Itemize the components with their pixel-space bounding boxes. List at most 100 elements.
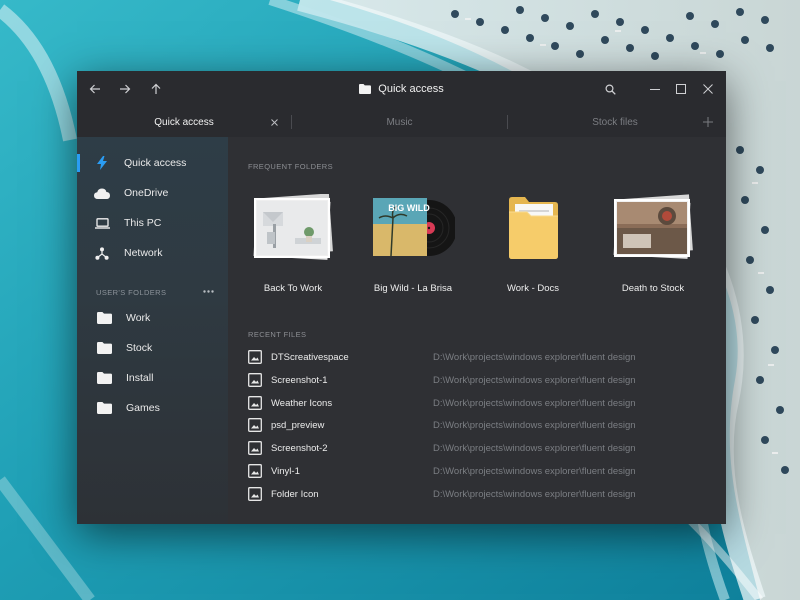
- tab-quick-access[interactable]: Quick access: [77, 107, 291, 137]
- sidebar-folder-stock[interactable]: Stock: [77, 335, 228, 361]
- recent-file-row[interactable]: Screenshot-2 D:\Work\projects\windows exp…: [248, 438, 708, 458]
- ellipsis-icon: [202, 289, 214, 293]
- laptop-icon: [94, 215, 110, 231]
- back-button[interactable]: [83, 77, 107, 101]
- tab-music[interactable]: Music: [292, 107, 507, 137]
- image-file-icon: [248, 350, 262, 364]
- recent-file-path: D:\Work\projects\windows explorer\fluent…: [433, 352, 636, 363]
- search-icon: [604, 83, 616, 95]
- sidebar-item-onedrive[interactable]: OneDrive: [77, 179, 228, 207]
- forward-arrow-icon: [120, 84, 131, 94]
- maximize-button[interactable]: [669, 77, 693, 101]
- recent-file-name: Screenshot-2: [271, 443, 328, 455]
- sidebar-folder-label: Install: [126, 372, 154, 384]
- network-icon: [94, 245, 110, 261]
- plus-icon: [703, 117, 713, 127]
- image-file-icon: [248, 486, 262, 501]
- sidebar-folder-games[interactable]: Games: [77, 395, 228, 421]
- sidebar: Quick access OneDrive This PC Network USER'S…: [77, 137, 228, 524]
- photo-stack-icon: [251, 193, 335, 262]
- image-file-icon: [248, 464, 262, 478]
- photo-stack-icon: [611, 194, 695, 262]
- up-button[interactable]: [144, 77, 168, 101]
- more-options-button[interactable]: [201, 285, 215, 297]
- window-title-text: Quick access: [378, 83, 444, 95]
- open-folder-icon: [491, 194, 575, 262]
- sidebar-folder-work[interactable]: Work: [77, 305, 228, 331]
- tab-bar: Quick access Music Stock files: [77, 107, 726, 137]
- sidebar-item-label: OneDrive: [124, 187, 169, 199]
- sidebar-folder-label: Work: [126, 312, 151, 324]
- folder-icon: [96, 340, 112, 356]
- file-explorer-window: Quick access Quick access Music Stock fi…: [77, 71, 726, 524]
- recent-file-path: D:\Work\projects\windows explorer\fluent…: [433, 488, 636, 500]
- recent-file-path: D:\Work\projects\windows explorer\fluent…: [433, 397, 636, 409]
- recent-file-path: D:\Work\projects\windows explorer\fluent…: [433, 374, 636, 386]
- recent-file-name: Weather Icons: [271, 397, 333, 409]
- forward-button[interactable]: [113, 77, 137, 101]
- maximize-icon: [676, 84, 686, 94]
- search-button[interactable]: [598, 77, 622, 101]
- folder-icon: [96, 400, 112, 416]
- image-file-icon: [248, 418, 262, 433]
- sidebar-item-label: This PC: [124, 217, 162, 229]
- sidebar-item-this-pc[interactable]: This PC: [77, 209, 228, 237]
- recent-file-name: psd_preview: [271, 420, 325, 432]
- back-arrow-icon: [89, 84, 100, 94]
- up-arrow-icon: [151, 83, 161, 94]
- close-icon: [270, 118, 278, 126]
- main-content: FREQUENT FOLDERS Back To Work BIG WILD Big …: [228, 137, 726, 524]
- frequent-folder-label: Big Wild - La Brisa: [373, 283, 453, 294]
- frequent-folder-death-to-stock[interactable]: Death to Stock: [598, 182, 708, 302]
- close-button[interactable]: [696, 77, 720, 101]
- frequent-folder-label: Back To Work: [263, 283, 323, 294]
- sidebar-item-label: Quick access: [124, 157, 187, 169]
- cloud-icon: [94, 185, 110, 201]
- recent-file-name: Screenshot-1: [271, 374, 328, 386]
- window-title: Quick access: [77, 71, 726, 107]
- image-file-icon: [248, 441, 262, 456]
- album-cover-text: BIG WILD: [388, 203, 430, 213]
- tab-close-button[interactable]: [267, 115, 281, 129]
- frequent-folder-label: Death to Stock: [621, 283, 685, 294]
- minimize-button[interactable]: [643, 77, 667, 101]
- recent-file-path: D:\Work\projects\windows explorer\fluent…: [433, 420, 636, 432]
- recent-file-row[interactable]: Folder Icon D:\Work\projects\windows expl…: [248, 484, 708, 504]
- recent-file-path: D:\Work\projects\windows explorer\fluent…: [433, 466, 636, 477]
- recent-file-row[interactable]: Vinyl-1 D:\Work\projects\windows explorer…: [248, 461, 708, 481]
- title-bar[interactable]: Quick access: [77, 71, 726, 107]
- recent-files-heading: RECENT FILES: [248, 330, 307, 339]
- recent-file-path: D:\Work\projects\windows explorer\fluent…: [433, 443, 636, 455]
- image-file-icon: [248, 372, 262, 387]
- frequent-folders-heading: FREQUENT FOLDERS: [248, 162, 334, 171]
- vinyl-record-icon: BIG WILD: [371, 194, 457, 262]
- recent-file-row[interactable]: Weather Icons D:\Work\projects\windows ex…: [248, 393, 708, 413]
- sidebar-folder-label: Games: [126, 402, 160, 414]
- recent-file-name: Folder Icon: [271, 488, 319, 500]
- frequent-folder-big-wild-la-brisa[interactable]: BIG WILD Big Wild - La Brisa: [358, 182, 468, 302]
- recent-file-name: DTScreativespace: [271, 352, 349, 363]
- tab-stock-files[interactable]: Stock files: [508, 107, 722, 137]
- folder-icon: [96, 310, 112, 326]
- frequent-folder-label: Work - Docs: [506, 283, 560, 294]
- sidebar-folder-label: Stock: [126, 342, 153, 354]
- recent-file-row[interactable]: Screenshot-1 D:\Work\projects\windows exp…: [248, 370, 708, 390]
- recent-file-row[interactable]: DTScreativespace D:\Work\projects\windows…: [248, 347, 708, 367]
- tab-label: Quick access: [154, 116, 214, 128]
- sidebar-item-quick-access[interactable]: Quick access: [77, 149, 228, 177]
- sidebar-folder-install[interactable]: Install: [77, 365, 228, 391]
- tab-label: Stock files: [592, 116, 638, 128]
- folder-icon: [359, 84, 372, 94]
- close-icon: [703, 84, 713, 94]
- lightning-icon: [94, 155, 110, 171]
- new-tab-button[interactable]: [700, 114, 716, 130]
- image-file-icon: [248, 395, 262, 410]
- frequent-folder-work-docs[interactable]: Work - Docs: [478, 182, 588, 302]
- users-folders-heading: USER'S FOLDERS: [96, 288, 167, 297]
- recent-file-name: Vinyl-1: [271, 466, 300, 477]
- sidebar-item-network[interactable]: Network: [77, 239, 228, 267]
- folder-icon: [96, 370, 112, 386]
- tab-label: Music: [386, 116, 413, 128]
- recent-file-row[interactable]: psd_preview D:\Work\projects\windows expl…: [248, 415, 708, 435]
- frequent-folder-back-to-work[interactable]: Back To Work: [238, 182, 348, 302]
